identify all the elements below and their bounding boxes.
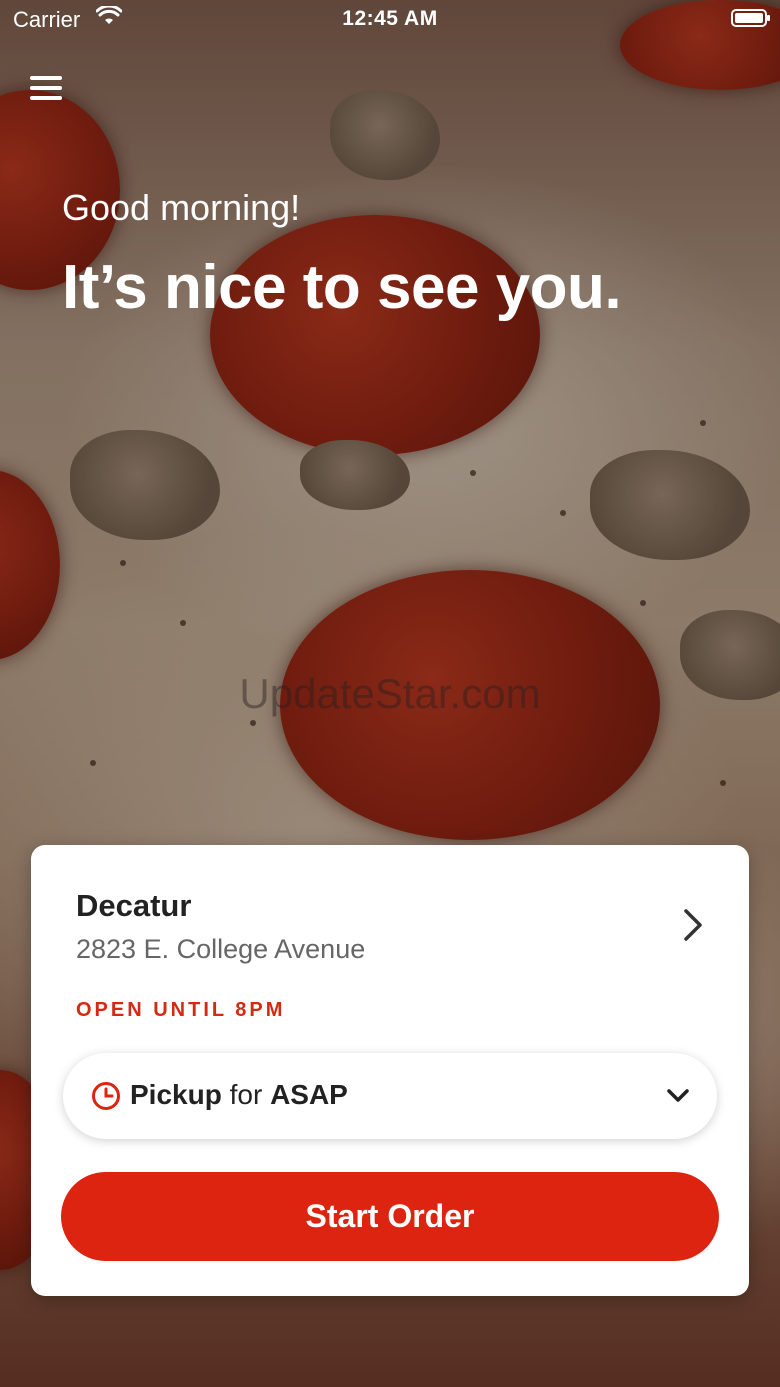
page-headline: It’s nice to see you. bbox=[62, 253, 622, 322]
clock-time: 12:45 AM bbox=[342, 7, 438, 30]
order-connector: for bbox=[229, 1079, 263, 1110]
order-time-value: ASAP bbox=[270, 1079, 348, 1110]
store-card: Decatur 2823 E. College Avenue OPEN UNTI… bbox=[31, 845, 749, 1296]
order-type-value: Pickup bbox=[130, 1079, 222, 1110]
greeting-text: Good morning! bbox=[62, 187, 301, 228]
hamburger-menu-icon[interactable] bbox=[30, 74, 62, 102]
battery-icon bbox=[731, 9, 770, 27]
store-name: Decatur bbox=[76, 888, 192, 923]
clock-icon bbox=[92, 1082, 120, 1110]
chevron-down-icon bbox=[667, 1089, 689, 1102]
start-order-button[interactable]: Start Order bbox=[61, 1172, 719, 1261]
chevron-right-icon[interactable] bbox=[681, 907, 705, 943]
watermark: UpdateStar.com bbox=[239, 670, 541, 717]
order-type-label: Pickup for ASAP bbox=[130, 1079, 348, 1111]
store-hours-status: OPEN UNTIL 8PM bbox=[76, 999, 286, 1021]
order-type-select[interactable]: Pickup for ASAP bbox=[63, 1053, 717, 1139]
status-bar: Carrier 12:45 AM bbox=[0, 0, 780, 40]
store-address: 2823 E. College Avenue bbox=[76, 934, 366, 964]
